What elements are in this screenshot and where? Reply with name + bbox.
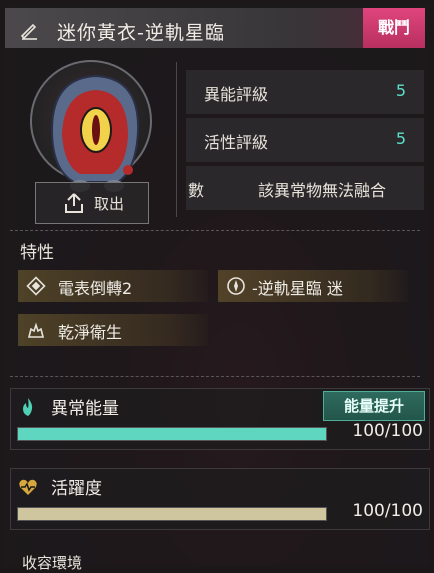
trait-label: 乾淨衛生 xyxy=(58,323,123,342)
ability-rating-row: 異能評級 5 xyxy=(186,70,424,114)
fusion-label: 數 xyxy=(188,181,205,200)
energy-boost-button[interactable]: 能量提升 xyxy=(323,391,425,421)
stat-value: 5 xyxy=(395,81,406,100)
trait-label: -逆軌星臨 迷 xyxy=(252,279,343,298)
edit-icon[interactable] xyxy=(19,20,39,40)
title-bar: 迷你黃衣-逆軌星臨 戰鬥 xyxy=(5,8,425,48)
energy-value: 100/100 xyxy=(352,421,423,441)
activity-bar-fill xyxy=(18,508,326,520)
diamond-icon xyxy=(26,276,46,296)
divider xyxy=(176,62,177,217)
heartbeat-icon xyxy=(19,479,37,495)
traits-title: 特性 xyxy=(20,243,54,263)
compass-icon xyxy=(227,277,245,295)
mode-badge[interactable]: 戰鬥 xyxy=(363,8,425,48)
stat-value: 5 xyxy=(395,129,406,148)
energy-bar-fill xyxy=(18,428,326,440)
dashed-divider xyxy=(10,376,420,377)
fusion-row: 數 該異常物無法融合 xyxy=(186,166,424,210)
activity-bar xyxy=(17,507,327,521)
trait-label: 電表倒轉2 xyxy=(58,279,133,298)
upload-icon xyxy=(65,193,83,213)
stat-label: 活性評級 xyxy=(204,133,269,152)
stat-label: 異能評級 xyxy=(204,85,269,104)
hand-icon xyxy=(27,322,45,338)
trait-item[interactable]: 乾淨衛生 xyxy=(18,314,208,346)
activity-label: 活躍度 xyxy=(51,479,102,499)
containment-section-title: 收容環境 xyxy=(22,554,83,572)
remove-button[interactable]: 取出 xyxy=(35,182,149,224)
energy-label: 異常能量 xyxy=(51,399,119,419)
remove-label: 取出 xyxy=(94,195,125,213)
dashed-divider xyxy=(10,230,420,231)
activity-value: 100/100 xyxy=(352,501,423,521)
trait-item[interactable]: 電表倒轉2 xyxy=(18,270,208,302)
activity-rating-row: 活性評級 5 xyxy=(186,118,424,162)
trait-item[interactable]: -逆軌星臨 迷 xyxy=(218,270,408,302)
energy-bar xyxy=(17,427,327,441)
fusion-status: 該異常物無法融合 xyxy=(258,181,387,200)
anomaly-name: 迷你黃衣-逆軌星臨 xyxy=(57,22,225,44)
activity-meter: 活躍度 100/100 xyxy=(10,468,430,530)
energy-meter: 異常能量 能量提升 100/100 xyxy=(10,388,430,450)
flame-icon xyxy=(23,398,33,416)
